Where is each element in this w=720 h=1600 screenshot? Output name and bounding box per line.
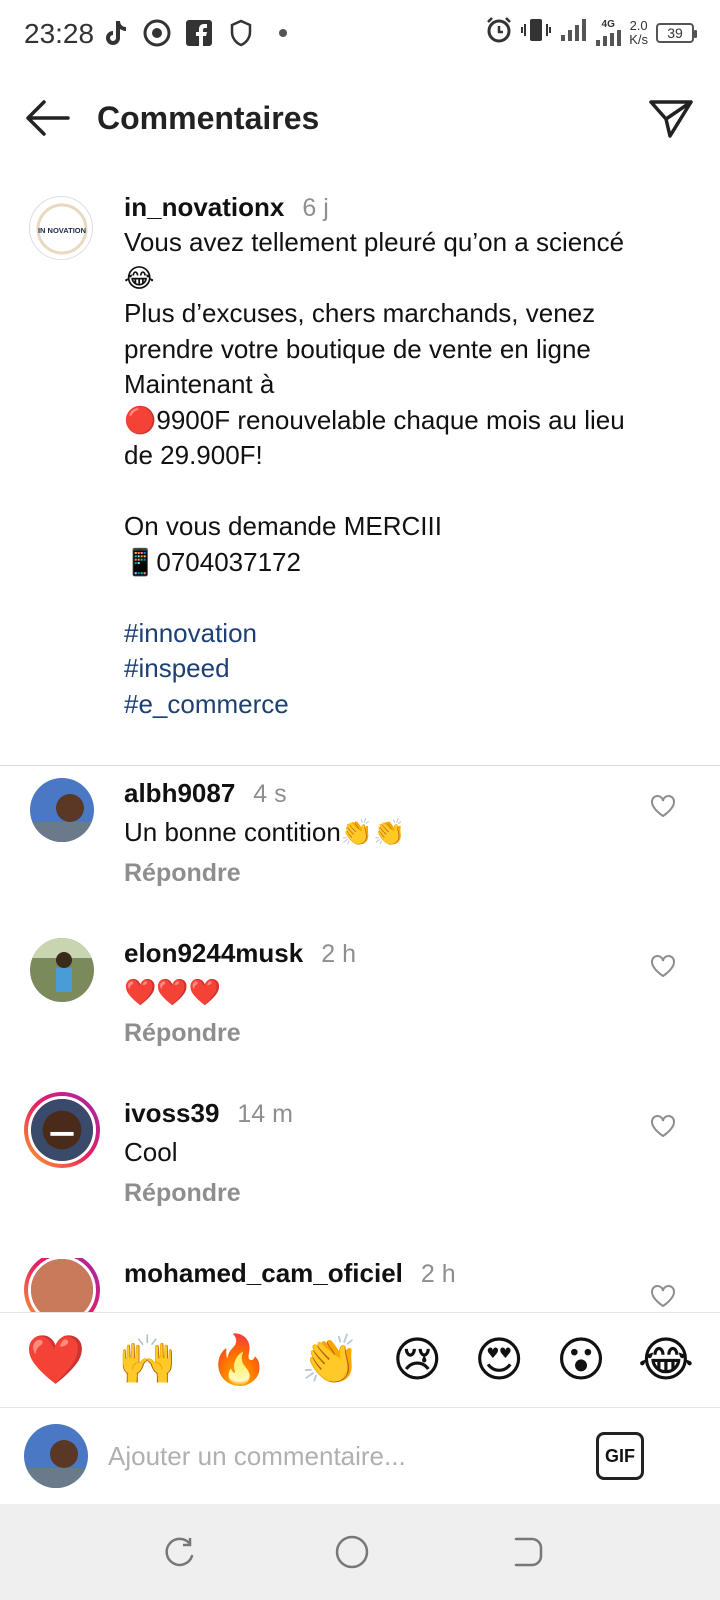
emoji-surprised[interactable]: 😮: [556, 1332, 606, 1388]
caption-body: in_novationx 6 j Vous avez tellement pleu…: [124, 192, 644, 722]
back-nav-icon[interactable]: [508, 1534, 544, 1570]
comment-time: 14 m: [237, 1100, 293, 1128]
comment-username[interactable]: elon9244musk: [124, 938, 303, 968]
comment-time: 4 s: [253, 780, 287, 808]
avatar[interactable]: [30, 778, 94, 842]
battery-icon: 39: [656, 22, 697, 43]
chrome-icon: [142, 18, 172, 48]
hashtag[interactable]: #e_commerce: [124, 687, 644, 723]
recent-apps-icon[interactable]: [162, 1534, 198, 1570]
comment-body: mohamed_cam_oficiel 2 h: [124, 1258, 604, 1289]
vibrate-icon: [521, 16, 552, 49]
comment-body: elon9244musk 2 h ❤️❤️❤️ Répondre: [124, 938, 604, 1048]
emoji-fire[interactable]: 🔥: [209, 1332, 269, 1388]
signal-icon: [559, 17, 587, 48]
comment-username[interactable]: ivoss39: [124, 1098, 219, 1128]
comment-item: elon9244musk 2 h ❤️❤️❤️ Répondre: [0, 938, 720, 1098]
comment-input-bar: GIF: [0, 1408, 720, 1504]
tiktok-icon: [100, 18, 130, 48]
comment-body: ivoss39 14 m Cool Répondre: [124, 1098, 604, 1208]
comment-item: albh9087 4 s Un bonne contition👏👏 Répondr…: [0, 778, 720, 938]
page-title: Commentaires: [97, 100, 320, 136]
comment-username[interactable]: albh9087: [124, 778, 235, 808]
comment-item: mohamed_cam_oficiel 2 h: [0, 1258, 720, 1312]
like-heart-icon[interactable]: [650, 1114, 676, 1138]
comment-username[interactable]: mohamed_cam_oficiel: [124, 1258, 403, 1288]
reply-button[interactable]: Répondre: [124, 1179, 241, 1208]
alarm-icon: [485, 16, 513, 49]
caption-username[interactable]: in_novationx: [124, 192, 284, 222]
comment-text: ❤️❤️❤️: [124, 977, 222, 1007]
back-arrow-icon[interactable]: [24, 98, 70, 138]
comment-text: Un bonne contition👏👏: [124, 817, 406, 847]
avatar-story-ring[interactable]: [24, 1258, 100, 1312]
system-icons: 4G 2.0 K/s 39: [485, 16, 697, 49]
status-time: 23:28: [24, 18, 95, 49]
notification-icons: [100, 18, 298, 48]
avatar[interactable]: [30, 938, 94, 1002]
avatar[interactable]: IN NOVATION: [29, 196, 93, 260]
header: Commentaires: [0, 80, 720, 160]
home-icon[interactable]: [334, 1534, 370, 1570]
hashtag[interactable]: #innovation: [124, 616, 644, 652]
emoji-laughing[interactable]: 😂: [638, 1332, 694, 1388]
hashtag[interactable]: #inspeed: [124, 651, 644, 687]
like-heart-icon[interactable]: [650, 794, 676, 818]
post-caption: IN NOVATION in_novationx 6 j Vous avez te…: [0, 192, 720, 766]
current-user-avatar: [24, 1424, 88, 1488]
comment-input[interactable]: [108, 1434, 578, 1478]
send-icon[interactable]: [648, 96, 694, 140]
caption-time: 6 j: [302, 194, 329, 222]
like-heart-icon[interactable]: [650, 1284, 676, 1308]
gif-button[interactable]: GIF: [596, 1432, 644, 1480]
reply-button[interactable]: Répondre: [124, 1019, 241, 1048]
emoji-heart[interactable]: ❤️: [26, 1332, 86, 1388]
comment-time: 2 h: [321, 940, 356, 968]
comment-body: albh9087 4 s Un bonne contition👏👏 Répondr…: [124, 778, 604, 888]
status-bar: 23:28 4G 2.0 K/s 39: [0, 0, 720, 72]
emoji-reaction-bar: ❤️ 🙌 🔥 👏 😢 😍 😮 😂: [0, 1312, 720, 1408]
network-type: 4G: [601, 19, 615, 30]
avatar-story-ring[interactable]: [24, 1092, 100, 1168]
system-nav-bar: [0, 1504, 720, 1600]
network-speed: 2.0 K/s: [629, 17, 648, 47]
comment-item: ivoss39 14 m Cool Répondre: [0, 1092, 720, 1258]
reply-button[interactable]: Répondre: [124, 859, 241, 888]
facebook-icon: [184, 18, 214, 48]
emoji-crying[interactable]: 😢: [392, 1332, 442, 1388]
comment-text: Cool: [124, 1137, 178, 1167]
signal-4g-icon: 4G: [595, 19, 622, 46]
comment-time: 2 h: [420, 1260, 456, 1288]
dot-icon: [268, 18, 298, 48]
shield-icon: [226, 18, 256, 48]
like-heart-icon[interactable]: [650, 954, 676, 978]
emoji-clap[interactable]: 👏: [301, 1332, 361, 1388]
emoji-heart-eyes[interactable]: 😍: [474, 1332, 524, 1388]
caption-text: Vous avez tellement pleuré qu’on a scien…: [124, 227, 625, 577]
emoji-raised-hands[interactable]: 🙌: [118, 1332, 178, 1388]
logo-text: IN NOVATION: [38, 226, 86, 235]
